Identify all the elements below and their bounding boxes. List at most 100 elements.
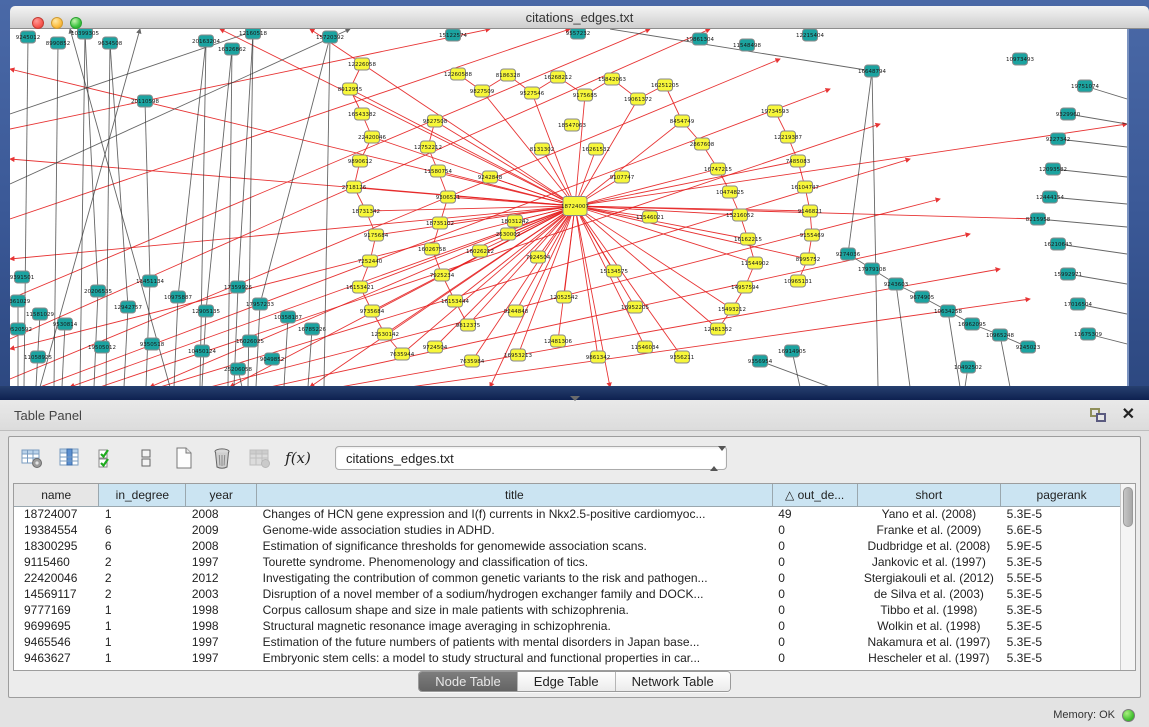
graph-edge [308, 329, 312, 386]
toggle-columns-icon[interactable] [57, 445, 83, 471]
graph-node-label: 12905135 [192, 309, 220, 315]
graph-node-label: 9361029 [10, 299, 31, 305]
splitter-grip-icon[interactable] [570, 396, 580, 401]
cell-title: Embryonic stem cells: a model to study s… [257, 650, 773, 666]
graph-node-label: 20110598 [131, 99, 159, 105]
table-row[interactable]: 977716911998Corpus callosum shape and si… [14, 602, 1122, 618]
column-header-name[interactable]: name [14, 484, 99, 506]
graph-node-label: 9827508 [423, 119, 448, 125]
cell-pagerank: 5.3E-5 [1001, 586, 1122, 602]
table-row[interactable]: 2242004622012Investigating the contribut… [14, 570, 1122, 586]
table-panel-header: Table Panel ✕ [0, 400, 1149, 431]
cell-pagerank: 5.3E-5 [1001, 602, 1122, 618]
trash-icon[interactable] [209, 445, 235, 471]
graph-node-label: 9245023 [1016, 345, 1041, 351]
graph-node-label: 2867608 [690, 142, 715, 148]
graph-node-label: 15134575 [600, 269, 628, 275]
graph-node-label: 16785226 [298, 327, 326, 333]
graph-node-label: 16268212 [544, 75, 572, 81]
column-header-pagerank[interactable]: pagerank [1001, 484, 1122, 506]
window-titlebar[interactable]: citations_edges.txt [10, 6, 1149, 29]
table-row[interactable]: 1872400712008Changes of HCN gene express… [14, 506, 1122, 522]
table-select[interactable]: citations_edges.txt [335, 446, 727, 470]
cell-year: 2003 [186, 586, 257, 602]
graph-edge [36, 314, 40, 386]
function-icon[interactable]: f(x) [285, 445, 311, 471]
graph-node-label: 9245012 [16, 35, 41, 41]
memory-status-label: Memory: OK [1053, 709, 1115, 721]
graph-node-label: 9861342 [586, 355, 611, 361]
new-document-icon[interactable] [171, 445, 197, 471]
cell-pagerank: 5.3E-5 [1001, 634, 1122, 650]
graph-edge [70, 29, 170, 386]
graph-node-label: 17359926 [224, 285, 252, 291]
table-row[interactable]: 1938455462009Genome-wide association stu… [14, 522, 1122, 538]
column-header-year[interactable]: year [186, 484, 257, 506]
tab-edge-table[interactable]: Edge Table [517, 672, 615, 691]
cell-name: 18724007 [14, 506, 99, 522]
graph-node-label: 9306521 [436, 195, 461, 201]
graph-node-label: 9227342 [1046, 137, 1071, 143]
graph-edge [284, 317, 288, 386]
table-vertical-scrollbar[interactable] [1120, 484, 1135, 670]
graph-edge [145, 101, 150, 281]
graph-edge [85, 33, 98, 291]
tab-node-table[interactable]: Node Table [419, 672, 517, 691]
column-header-out_degree[interactable]: △ out_de... [772, 484, 857, 506]
graph-node-label: 9674905 [910, 295, 935, 301]
cell-year: 1998 [186, 618, 257, 634]
cell-title: Structural magnetic resonance image aver… [257, 618, 773, 634]
cell-title: Disruption of a novel member of a sodium… [257, 586, 773, 602]
graph-node-label: 10399305 [71, 31, 99, 37]
network-canvas[interactable]: 1872400712226058891295516543382224200469… [10, 29, 1127, 386]
tab-network-table[interactable]: Network Table [615, 672, 730, 691]
close-panel-icon[interactable]: ✕ [1122, 408, 1135, 422]
graph-node-label: 15992971 [1054, 272, 1082, 278]
graph-node-label: 17979108 [858, 267, 886, 273]
graph-edge [1038, 219, 1127, 227]
scrollbar-thumb[interactable] [1123, 487, 1133, 527]
graph-node-label: 16261532 [582, 147, 610, 153]
graph-node-label: 10450124 [188, 349, 216, 355]
table-row[interactable]: 946554611997Estimation of the future num… [14, 634, 1122, 650]
cell-pagerank: 5.9E-5 [1001, 538, 1122, 554]
cell-year: 1997 [186, 554, 257, 570]
graph-node-label: 9527546 [520, 91, 545, 97]
column-header-title[interactable]: title [257, 484, 773, 506]
graph-node-label: 9812375 [456, 323, 481, 329]
delete-table-icon[interactable] [247, 445, 273, 471]
table-row[interactable]: 946362711997Embryonic stem cells: a mode… [14, 650, 1122, 666]
cell-pagerank: 5.3E-5 [1001, 650, 1122, 666]
graph-node-label: 16162215 [734, 237, 762, 243]
table-row[interactable]: 1456911722003Disruption of a novel membe… [14, 586, 1122, 602]
column-header-short[interactable]: short [857, 484, 1001, 506]
select-columns-icon[interactable] [95, 445, 121, 471]
cell-pagerank: 5.3E-5 [1001, 618, 1122, 634]
graph-edge [40, 29, 140, 386]
graph-node-label: 12219387 [774, 135, 802, 141]
table-settings-icon[interactable] [19, 445, 45, 471]
cell-pagerank: 5.6E-5 [1001, 522, 1122, 538]
table-row[interactable]: 1830029562008Estimation of significance … [14, 538, 1122, 554]
cell-title: Genome-wide association studies in ADHD. [257, 522, 773, 538]
graph-node-label: 9049852 [260, 357, 285, 363]
graph-node-label: 11451134 [136, 279, 164, 285]
graph-edge [220, 29, 575, 206]
column-header-in_degree[interactable]: in_degree [99, 484, 186, 506]
graph-node-label: 12481306 [544, 339, 572, 345]
memory-status-indicator [1122, 709, 1135, 722]
graph-node-label: 9356211 [670, 355, 695, 361]
graph-node-label: 12052542 [550, 295, 578, 301]
float-panel-icon[interactable] [1090, 408, 1106, 422]
graph-node-label: 11546021 [636, 215, 664, 221]
graph-node-label: 11548498 [733, 43, 761, 49]
graph-node-label: 9274036 [836, 252, 861, 258]
graph-node-label: 12160518 [239, 31, 267, 37]
cell-year: 1997 [186, 650, 257, 666]
cell-out_degree: 0 [772, 538, 857, 554]
rows-icon[interactable] [133, 445, 159, 471]
graph-edge [10, 59, 780, 379]
table-row[interactable]: 911546021997Tourette syndrome. Phenomeno… [14, 554, 1122, 570]
table-row[interactable]: 969969511998Structural magnetic resonanc… [14, 618, 1122, 634]
graph-node-label: 15122574 [439, 33, 467, 39]
